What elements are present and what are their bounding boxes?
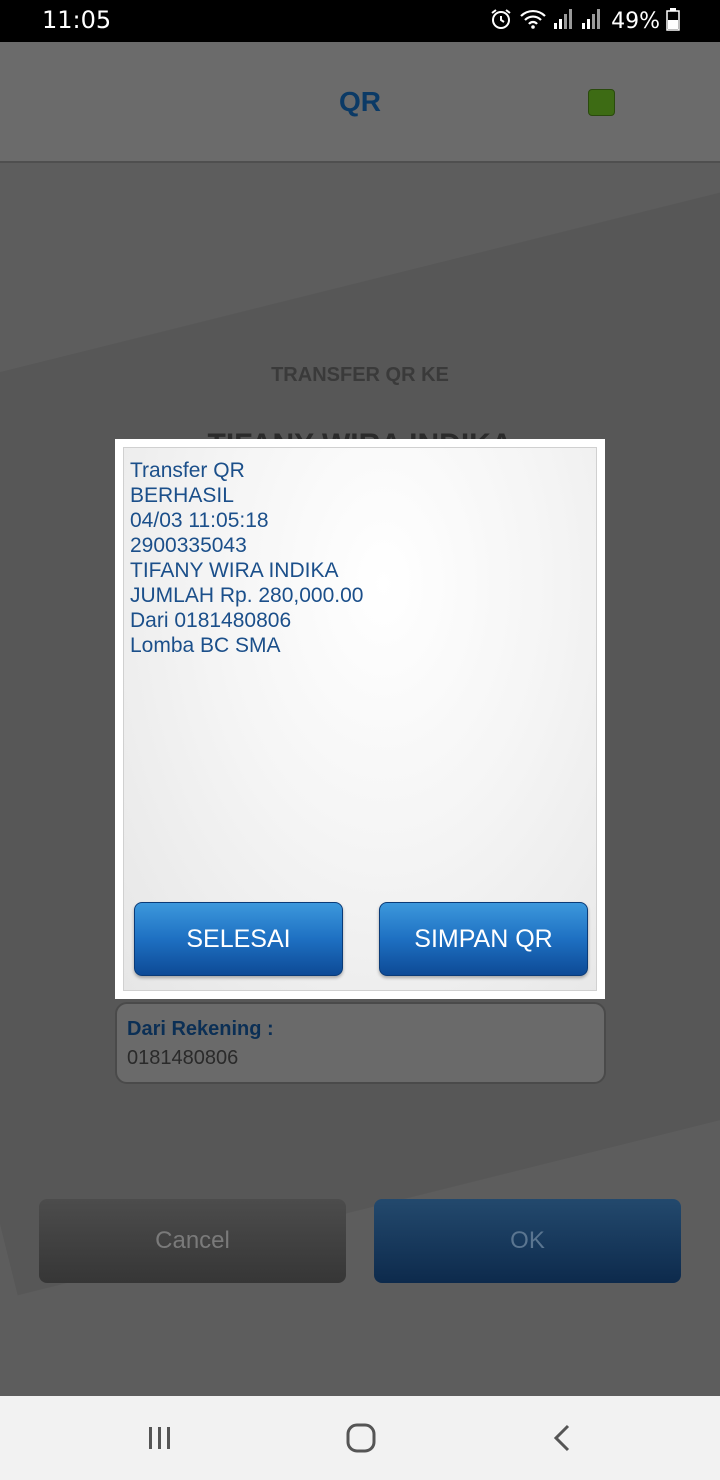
receipt-line: 2900335043	[130, 534, 247, 557]
recent-apps-icon[interactable]	[138, 1416, 182, 1460]
receipt-line: BERHASIL	[130, 484, 234, 507]
status-bar: 11:05 49%	[0, 0, 720, 42]
signal-icon	[581, 7, 603, 36]
from-account-box: Dari Rekening : 0181480806	[115, 1002, 606, 1084]
back-icon[interactable]	[541, 1416, 585, 1460]
done-button[interactable]: SELESAI	[134, 902, 343, 976]
receipt-line: TIFANY WIRA INDIKA	[130, 559, 339, 582]
status-indicator	[588, 89, 615, 116]
receipt-line: Lomba BC SMA	[130, 634, 281, 657]
app-header: QR	[0, 42, 720, 163]
cancel-button[interactable]: Cancel	[39, 1199, 346, 1283]
wifi-icon	[519, 7, 547, 36]
receipt-line: Dari 0181480806	[130, 609, 292, 632]
receipt-line: JUMLAH Rp. 280,000.00	[130, 584, 364, 607]
save-qr-button[interactable]: SIMPAN QR	[379, 902, 588, 976]
home-icon[interactable]	[339, 1416, 383, 1460]
battery-icon	[666, 7, 680, 36]
from-account-label: Dari Rekening :	[127, 1018, 274, 1040]
ok-button[interactable]: OK	[374, 1199, 681, 1283]
transfer-label: TRANSFER QR KE	[271, 364, 449, 386]
receipt-line: 04/03 11:05:18	[130, 509, 269, 532]
receipt-text: Transfer QR BERHASIL 04/03 11:05:18 2900…	[130, 458, 363, 658]
from-account-value: 0181480806	[127, 1047, 239, 1069]
navigation-bar	[0, 1396, 720, 1480]
alarm-icon	[489, 7, 513, 36]
app-screen: QR TRANSFER QR KE TIFANY WIRA INDIKA Dar…	[0, 42, 720, 1396]
receipt-line: Transfer QR	[130, 459, 245, 482]
status-icons: 49%	[489, 6, 680, 36]
dialog-body: Transfer QR BERHASIL 04/03 11:05:18 2900…	[123, 447, 597, 991]
signal-icon	[553, 7, 575, 36]
status-time: 11:05	[42, 6, 112, 34]
battery-percent: 49%	[611, 8, 660, 34]
success-dialog: Transfer QR BERHASIL 04/03 11:05:18 2900…	[115, 439, 605, 999]
